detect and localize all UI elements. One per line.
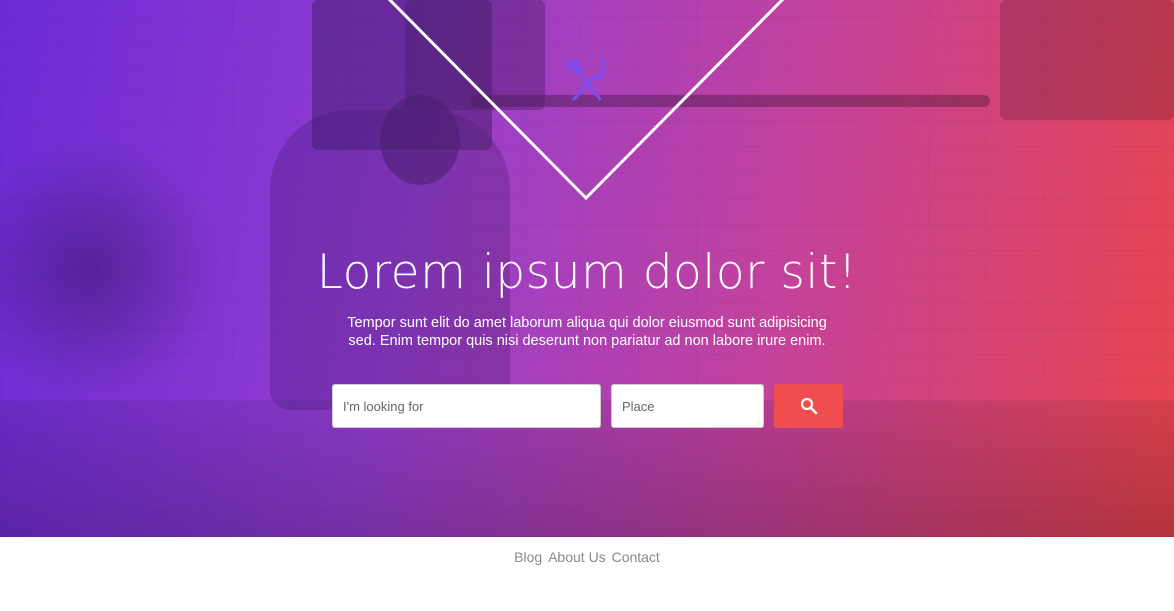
footer-link-about[interactable]: About Us bbox=[548, 549, 606, 565]
chalkboard-image bbox=[1000, 0, 1174, 120]
search-place-input[interactable] bbox=[611, 384, 764, 428]
search-button[interactable] bbox=[774, 384, 843, 428]
search-what-input[interactable] bbox=[332, 384, 601, 428]
hero-subtitle: Tempor sunt elit do amet laborum aliqua … bbox=[347, 315, 827, 349]
hero-section: Lorem ipsum dolor sit! Tempor sunt elit … bbox=[0, 0, 1174, 537]
search-form bbox=[332, 384, 843, 428]
search-icon bbox=[800, 397, 817, 415]
footer-link-blog[interactable]: Blog bbox=[514, 549, 542, 565]
hero-title: Lorem ipsum dolor sit! bbox=[316, 245, 858, 300]
footer-nav: Blog About Us Contact bbox=[0, 549, 1174, 565]
footer: Blog About Us Contact bbox=[0, 537, 1174, 611]
fork-knife-icon[interactable] bbox=[562, 55, 612, 105]
footer-link-contact[interactable]: Contact bbox=[612, 549, 660, 565]
